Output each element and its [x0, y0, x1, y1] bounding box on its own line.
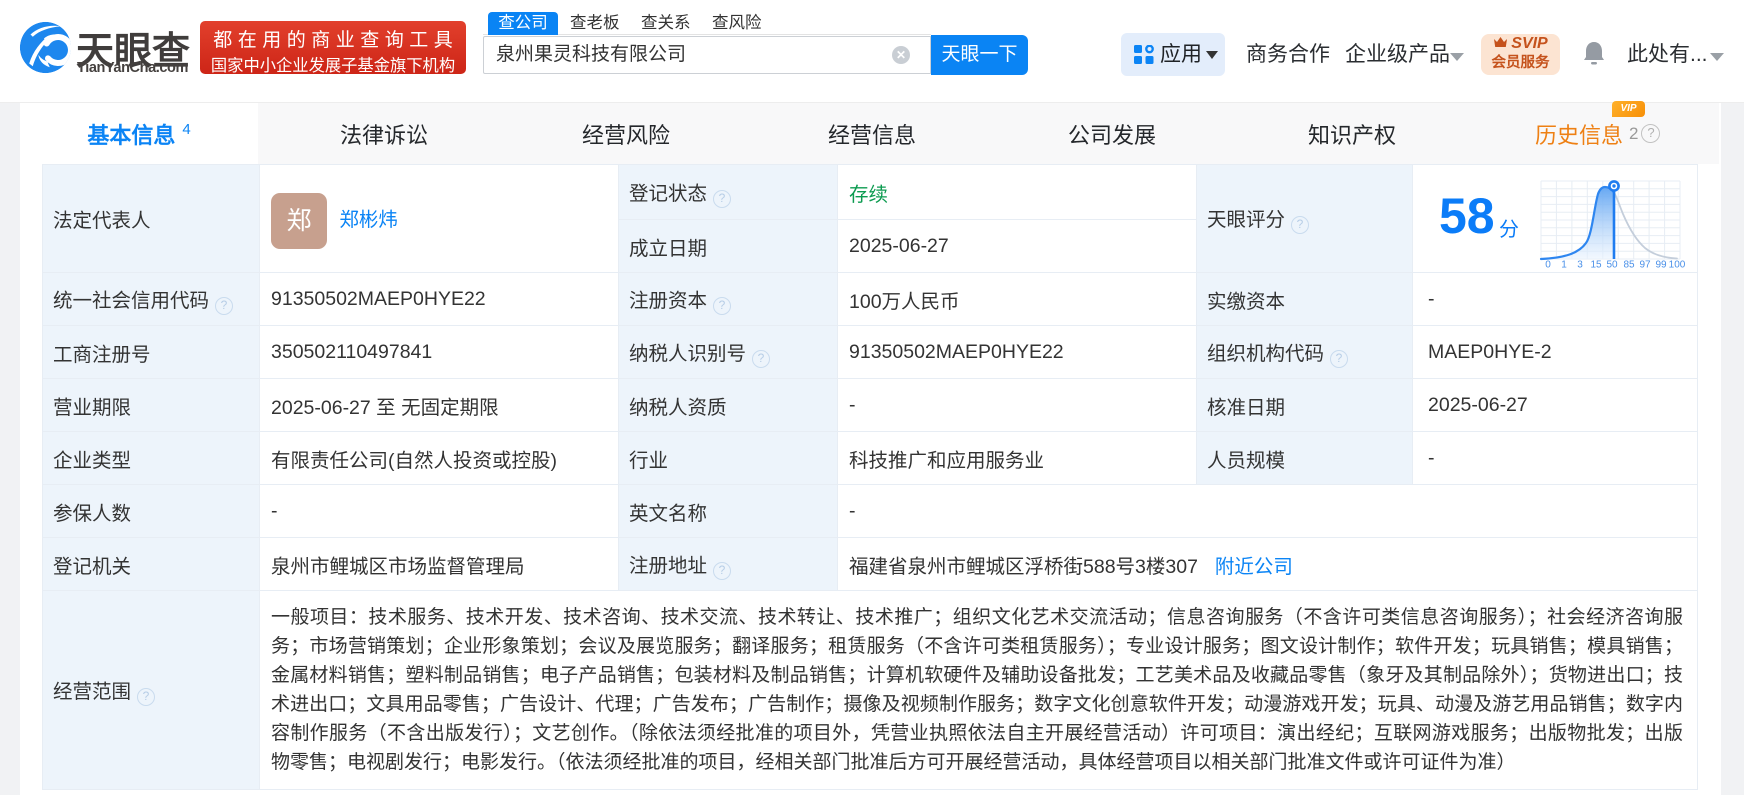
svg-text:0: 0: [1545, 260, 1551, 271]
svg-text:50: 50: [1606, 260, 1618, 271]
svg-text:15: 15: [1590, 260, 1602, 271]
svg-text:99: 99: [1655, 260, 1667, 271]
svg-text:1: 1: [1561, 260, 1567, 271]
svg-text:85: 85: [1623, 260, 1635, 271]
svg-text:100: 100: [1669, 260, 1686, 271]
svg-text:97: 97: [1639, 260, 1651, 271]
svg-text:3: 3: [1577, 260, 1583, 271]
